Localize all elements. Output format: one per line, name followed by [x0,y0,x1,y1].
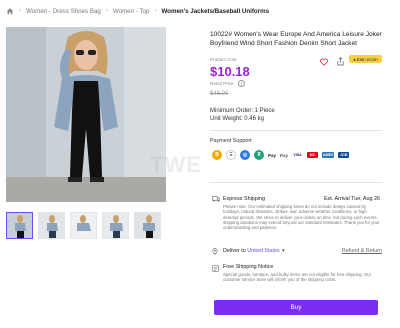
minimum-order: Minimum Order: 1 Piece [210,108,275,114]
thumbnail-strip [6,212,161,239]
notice-icon [212,265,219,272]
breadcrumb-item-current: Women's Jackets/Baseball Uniforms [161,7,270,15]
breadcrumb: › Women - Dress Shoes Bag › Women - Top … [6,6,269,16]
payment-methods: B Ξ ◎ ₮ Pay Pay VISA MC AMEX JCB [212,150,350,160]
deliver-to: Deliver to United States ▼ [223,248,286,254]
breadcrumb-item-dress-shoes-bag[interactable]: Women - Dress Shoes Bag [26,8,101,15]
coin-icon: ● [353,56,356,62]
info-icon[interactable]: i [238,80,245,87]
chevron-right-icon: › [19,8,21,14]
free-shipping-note: Special goods, furniture, and bulky item… [223,272,372,283]
estimated-arrival: Est. Arrival Tue, Aug 26 [323,196,380,202]
amex-icon: AMEX [322,152,335,158]
unit-weight: Unit Weight: 0.46 kg [210,116,264,122]
jcb-icon: JCB [338,152,350,158]
apple-pay-icon: Pay [268,152,277,158]
visa-icon: VISA [292,152,304,158]
free-shipping-title: Free Shipping Notice [223,264,274,270]
breadcrumb-item-top[interactable]: Women - Top [113,8,150,15]
home-icon[interactable] [6,7,14,15]
caret-down-icon[interactable]: ▼ [281,248,285,253]
retail-price: $48.00 [210,91,229,97]
heart-icon[interactable] [320,58,328,66]
earn-ecoin-button[interactable]: ● Earn eCoin [349,55,382,63]
chevron-right-icon: › [105,8,108,14]
thumbnail-5[interactable] [134,212,161,239]
payment-support-title: Payment Support [210,138,252,144]
buy-button[interactable]: Buy [214,300,378,315]
shipping-note: Please note: Our estimated shipping time… [223,204,380,231]
share-icon[interactable] [337,57,344,66]
thumbnail-2[interactable] [38,212,65,239]
mastercard-icon: MC [307,152,319,158]
refund-return-link[interactable]: Refund & Return [342,248,382,254]
product-title: 10022# Women's Wear Europe And America L… [210,31,382,47]
ethereum-icon: Ξ [226,150,236,160]
product-price: $10.18 [210,64,250,79]
tether-icon: ₮ [254,150,264,160]
product-cost-label: Product Cost [210,57,237,62]
google-pay-icon: Pay [280,152,289,158]
express-shipping-title: Express Shipping [223,196,265,202]
truck-icon [212,196,220,202]
product-photo [6,27,166,202]
bitcoin-icon: B [212,150,222,160]
retail-price-label: Retail Price [210,81,234,86]
watermark: TWE [150,152,202,177]
thumbnail-3[interactable] [70,212,97,239]
divider [210,182,382,183]
product-main-image[interactable] [6,27,166,202]
thumbnail-4[interactable] [102,212,129,239]
country-select[interactable]: United States [247,248,279,254]
usdc-icon: ◎ [240,150,250,160]
thumbnail-1[interactable] [6,212,33,239]
chevron-right-icon: › [154,8,157,14]
location-pin-icon [212,248,218,255]
divider [210,130,382,131]
